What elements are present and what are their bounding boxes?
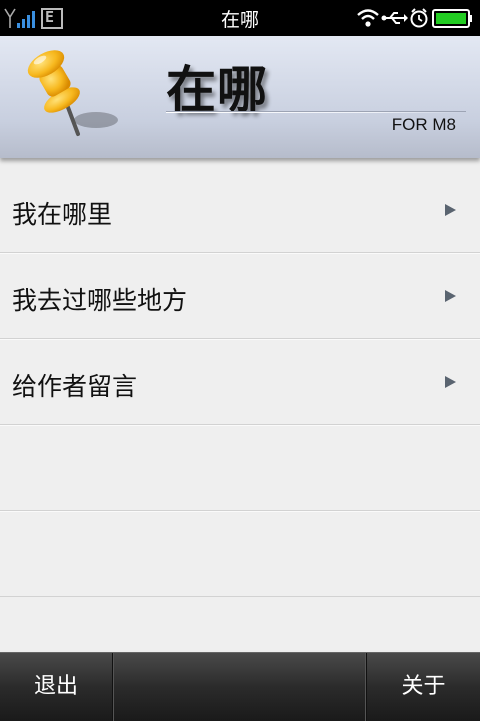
menu-item-visited-places[interactable]: 我去过哪些地方 [0,253,480,339]
exit-button[interactable]: 退出 [0,653,113,721]
pushpin-icon [27,50,118,136]
bottom-toolbar: 退出 关于 [0,652,480,721]
menu-item-where-am-i[interactable]: 我在哪里 [0,168,480,253]
about-button[interactable]: 关于 [366,653,480,721]
chevron-right-icon [445,204,456,216]
chevron-right-icon [445,376,456,388]
app-subtitle: FOR M8 [391,115,456,134]
menu-item-label: 我在哪里 [12,200,113,229]
empty-row [0,511,480,597]
menu-list: 我在哪里 我去过哪些地方 给作者留言 [0,168,480,597]
status-bar: E 在哪 [0,0,480,36]
title-divider [166,111,466,113]
status-icons [357,8,472,28]
menu-item-label: 给作者留言 [12,372,138,401]
app-header: 在哪 FOR M8 [0,36,480,158]
battery-icon [432,9,472,28]
empty-row [0,425,480,511]
alarm-icon [410,8,428,28]
wifi-icon [357,9,379,27]
menu-item-leave-message[interactable]: 给作者留言 [0,339,480,425]
chevron-right-icon [445,290,456,302]
menu-item-label: 我去过哪些地方 [12,286,188,315]
usb-icon [381,12,408,24]
